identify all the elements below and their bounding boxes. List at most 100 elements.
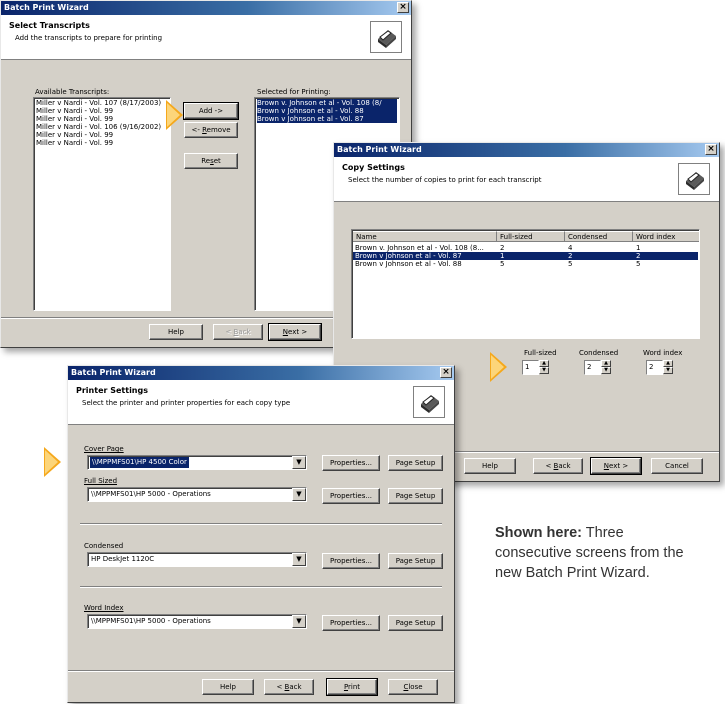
table-row[interactable]: Brown v Johnson et al - Vol. 87 1 2 2 <box>353 252 698 260</box>
close-button[interactable]: Close <box>388 679 438 695</box>
list-item[interactable]: Brown v Johnson et al - Vol. 87 <box>257 115 397 123</box>
available-transcripts-list[interactable]: Miller v Nardi - Vol. 107 (8/17/2003) Mi… <box>33 97 171 311</box>
close-label-post: lose <box>408 683 423 691</box>
cell-full-sized: 5 <box>500 260 505 268</box>
word-index-stepper[interactable]: 2 ▲ ▼ <box>646 360 674 375</box>
condensed-properties-button[interactable]: Properties... <box>322 553 380 569</box>
arrow-pointer-icon <box>44 447 61 477</box>
table-row[interactable]: Brown v. Johnson et al - Vol. 108 (8... … <box>353 244 698 252</box>
column-header-condensed[interactable]: Condensed <box>565 231 633 242</box>
full-sized-stepper[interactable]: 1 ▲ ▼ <box>522 360 550 375</box>
table-row[interactable]: Brown v Johnson et al - Vol. 88 5 5 5 <box>353 260 698 268</box>
wizard-header: Printer Settings Select the printer and … <box>68 380 454 425</box>
add-button[interactable]: Add -> <box>183 102 239 120</box>
spin-down-icon[interactable]: ▼ <box>539 367 549 374</box>
full-sized-printer-select[interactable]: \\MPPMFS01\HP 5000 - Operations ▼ <box>87 487 307 502</box>
title-bar: Batch Print Wizard × <box>1 1 411 15</box>
selected-label: Selected for Printing: <box>257 88 331 96</box>
help-button[interactable]: Help <box>202 679 254 695</box>
close-icon[interactable]: × <box>440 367 452 378</box>
spin-up-icon[interactable]: ▲ <box>663 360 673 367</box>
back-label-pre: < <box>276 683 285 691</box>
column-header-word-index[interactable]: Word index <box>633 231 699 242</box>
full-sized-printer-value: \\MPPMFS01\HP 5000 - Operations <box>91 490 211 498</box>
spin-down-icon[interactable]: ▼ <box>601 367 611 374</box>
column-header-full-sized[interactable]: Full-sized <box>497 231 565 242</box>
full-sized-setup-button[interactable]: Page Setup <box>388 488 443 504</box>
list-item[interactable]: Brown v. Johnson et al - Vol. 108 (8/ <box>257 99 397 107</box>
window-title: Batch Print Wizard <box>4 3 89 12</box>
cell-condensed: 5 <box>568 260 573 268</box>
spin-down-icon[interactable]: ▼ <box>663 367 673 374</box>
remove-button[interactable]: <- Remove <box>184 122 238 138</box>
spin-up-icon[interactable]: ▲ <box>539 360 549 367</box>
list-item[interactable]: Brown v Johnson et al - Vol. 88 <box>257 107 397 115</box>
list-item[interactable]: Miller v Nardi - Vol. 99 <box>36 115 168 123</box>
cover-page-setup-button[interactable]: Page Setup <box>388 455 443 471</box>
button-divider <box>68 670 454 672</box>
list-item[interactable]: Miller v Nardi - Vol. 99 <box>36 139 168 147</box>
reset-button[interactable]: Reset <box>184 153 238 169</box>
list-item[interactable]: Miller v Nardi - Vol. 99 <box>36 131 168 139</box>
cell-name: Brown v Johnson et al - Vol. 87 <box>355 252 462 260</box>
back-label-post: ack <box>238 328 251 336</box>
cell-word-index: 5 <box>636 260 641 268</box>
word-index-value[interactable]: 2 <box>646 360 663 375</box>
dropdown-arrow-icon[interactable]: ▼ <box>292 553 306 566</box>
condensed-printer-select[interactable]: HP DeskJet 1120C ▼ <box>87 552 307 567</box>
dropdown-arrow-icon[interactable]: ▼ <box>292 488 306 501</box>
condensed-value[interactable]: 2 <box>584 360 601 375</box>
cell-word-index: 2 <box>636 252 641 260</box>
spin-up-icon[interactable]: ▲ <box>601 360 611 367</box>
cover-page-properties-button[interactable]: Properties... <box>322 455 380 471</box>
cell-condensed: 2 <box>568 252 573 260</box>
word-index-properties-button[interactable]: Properties... <box>322 615 380 631</box>
column-header-name[interactable]: Name <box>353 231 497 242</box>
full-sized-label: Full Sized <box>84 477 118 485</box>
list-item[interactable]: Miller v Nardi - Vol. 99 <box>36 107 168 115</box>
page-subtitle: Add the transcripts to prepare for print… <box>15 34 163 42</box>
cell-condensed: 4 <box>568 244 573 252</box>
printer-icon <box>370 21 402 53</box>
dropdown-arrow-icon[interactable]: ▼ <box>292 615 306 628</box>
copies-table[interactable]: Name Full-sized Condensed Word index Bro… <box>351 229 700 339</box>
dropdown-arrow-icon[interactable]: ▼ <box>292 456 306 469</box>
back-label-post: ack <box>558 462 571 470</box>
back-label-post: ack <box>289 683 302 691</box>
back-button[interactable]: < Back <box>213 324 263 340</box>
cover-page-label: Cover Page <box>84 445 124 453</box>
next-label-post: ext > <box>609 462 629 470</box>
cell-name: Brown v. Johnson et al - Vol. 108 (8... <box>355 244 484 252</box>
wizard-header: Select Transcripts Add the transcripts t… <box>1 15 411 60</box>
arrow-pointer-icon <box>166 100 183 130</box>
page-subtitle: Select the number of copies to print for… <box>348 176 542 184</box>
print-button[interactable]: Print <box>326 678 378 696</box>
condensed-stepper[interactable]: 2 ▲ ▼ <box>584 360 612 375</box>
back-label-pre: < <box>225 328 234 336</box>
list-item[interactable]: Miller v Nardi - Vol. 107 (8/17/2003) <box>36 99 168 107</box>
condensed-setup-button[interactable]: Page Setup <box>388 553 443 569</box>
spin-word-index-label: Word index <box>643 349 683 357</box>
next-button[interactable]: Next > <box>268 323 322 341</box>
title-bar: Batch Print Wizard × <box>68 366 454 380</box>
word-index-printer-select[interactable]: \\MPPMFS01\HP 5000 - Operations ▼ <box>87 614 307 629</box>
window-title: Batch Print Wizard <box>337 145 422 154</box>
help-button[interactable]: Help <box>464 458 516 474</box>
full-sized-value[interactable]: 1 <box>522 360 539 375</box>
next-button[interactable]: Next > <box>590 457 642 475</box>
word-index-setup-button[interactable]: Page Setup <box>388 615 443 631</box>
full-sized-properties-button[interactable]: Properties... <box>322 488 380 504</box>
cover-page-printer-select[interactable]: \\MPPMFS01\HP 4500 Color ▼ <box>87 455 307 470</box>
back-button[interactable]: < Back <box>533 458 583 474</box>
back-label-pre: < <box>545 462 554 470</box>
back-button[interactable]: < Back <box>264 679 314 695</box>
cell-name: Brown v Johnson et al - Vol. 88 <box>355 260 462 268</box>
close-icon[interactable]: × <box>397 2 409 13</box>
reset-label-post: et <box>213 157 221 165</box>
remove-label-post: emove <box>206 126 231 134</box>
list-item[interactable]: Miller v Nardi - Vol. 106 (9/16/2002) <box>36 123 168 131</box>
close-icon[interactable]: × <box>705 144 717 155</box>
help-button[interactable]: Help <box>149 324 203 340</box>
spin-condensed-label: Condensed <box>579 349 619 357</box>
cancel-button[interactable]: Cancel <box>651 458 703 474</box>
